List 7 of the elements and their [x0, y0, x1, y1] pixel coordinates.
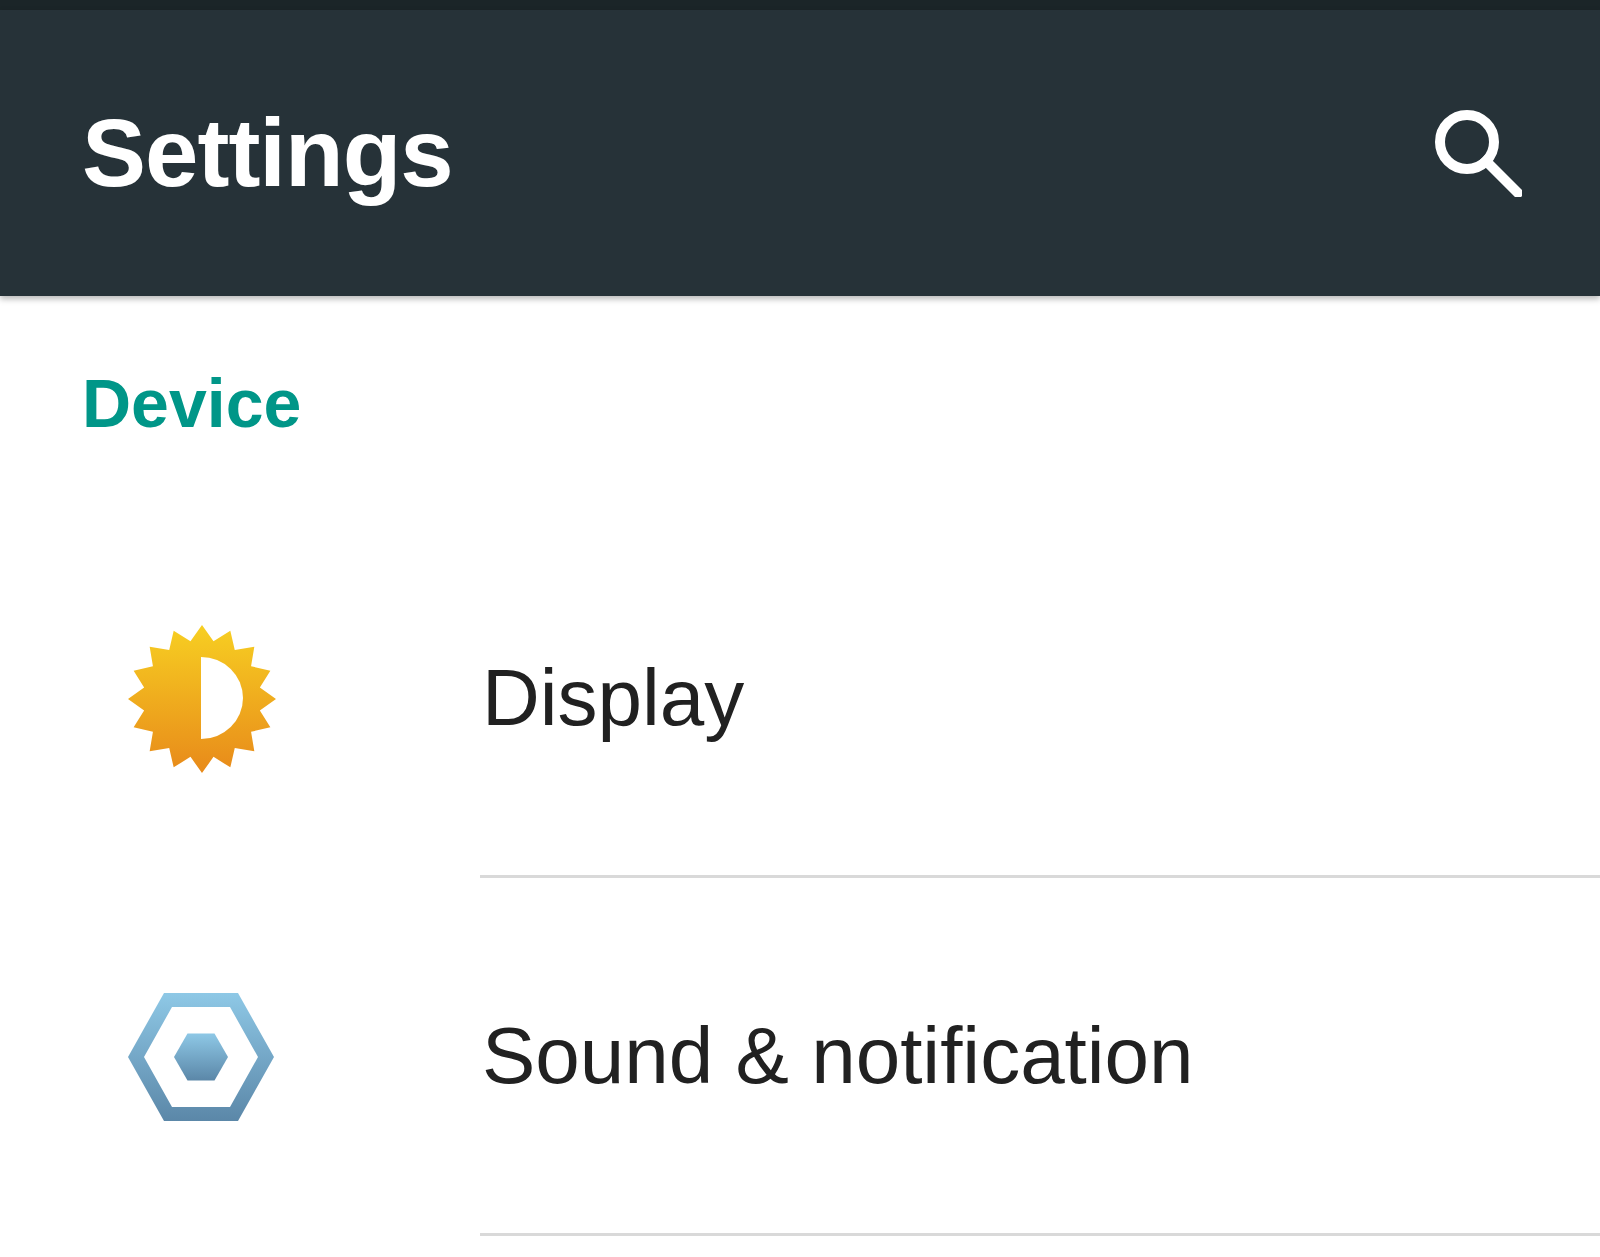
sun-icon — [128, 625, 276, 773]
search-icon[interactable] — [1434, 109, 1522, 197]
hexagon-icon — [128, 993, 274, 1121]
section-header: Device — [81, 364, 303, 443]
app-title: Settings — [82, 98, 453, 208]
settings-item[interactable]: Display — [0, 520, 1600, 878]
settings-item[interactable]: Sound & notification — [0, 878, 1600, 1236]
